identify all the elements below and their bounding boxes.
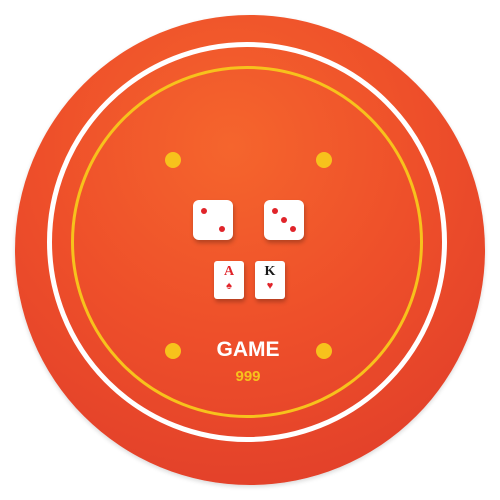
top-left-dot-icon [165, 152, 181, 168]
heart-icon: ♥ [266, 280, 274, 292]
die-pip [201, 208, 207, 214]
die-pip [272, 208, 278, 214]
die-icon [264, 200, 304, 240]
game-title: GAME [216, 338, 280, 361]
card-rank: A [223, 264, 235, 279]
card-rank: K [264, 264, 276, 279]
playing-card-ace: A ♠ [214, 261, 244, 299]
game-badge: A ♠ K ♥ GAME 999 [0, 0, 500, 500]
top-right-dot-icon [316, 152, 332, 168]
spade-icon: ♠ [226, 280, 232, 292]
die-pip [290, 226, 296, 232]
die-pip [219, 226, 225, 232]
playing-card-king: K ♥ [255, 261, 285, 299]
die-pip [281, 217, 287, 223]
die-icon [193, 200, 233, 240]
inner-yellow-ring [71, 66, 423, 418]
game-score: 999 [235, 368, 261, 385]
